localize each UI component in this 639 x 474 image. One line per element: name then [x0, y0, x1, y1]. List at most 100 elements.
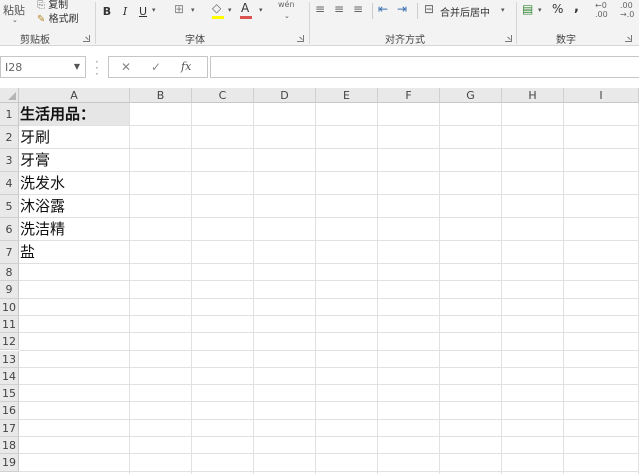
clipboard-launcher-icon[interactable]: [83, 35, 90, 42]
gridline: [19, 436, 639, 437]
font-color-swatch: [240, 16, 252, 19]
underline-dropdown-icon[interactable]: ▾: [152, 6, 156, 14]
gridline: [19, 263, 639, 264]
alignment-launcher-icon[interactable]: [505, 35, 512, 42]
cell-a4[interactable]: 洗发水: [20, 172, 65, 195]
select-all-button[interactable]: [0, 88, 19, 103]
gridline: [19, 384, 639, 386]
cell-a5[interactable]: 沐浴露: [20, 195, 65, 218]
formula-bar-grip-icon[interactable]: · · ·: [95, 56, 99, 80]
column-header-d[interactable]: D: [254, 88, 316, 103]
group-separator: [95, 2, 96, 44]
align-left-icon[interactable]: ≡: [315, 2, 325, 16]
gridline: [19, 349, 639, 351]
decrease-decimal-icon[interactable]: .00 →.0: [620, 1, 634, 19]
formula-bar: I28 ▼ · · · ✕ ✓ fx: [0, 53, 639, 82]
number-launcher-icon[interactable]: [625, 35, 632, 42]
row-header-3[interactable]: 3: [0, 149, 19, 172]
worksheet-grid[interactable]: A B C D E F G H I 1 2 3 4 5 6 7 8 9 10 11 12 13 14 15 16 17 18 19 生活…: [0, 88, 639, 474]
row-header-7[interactable]: 7: [0, 241, 19, 264]
column-header-g[interactable]: G: [440, 88, 502, 103]
gridline: [19, 418, 639, 420]
divider: [372, 3, 373, 19]
cell-a1[interactable]: 生活用品：: [20, 103, 95, 126]
name-box[interactable]: I28 ▼: [0, 56, 86, 78]
name-box-dropdown-icon[interactable]: ▼: [74, 62, 80, 71]
insert-function-button[interactable]: fx: [181, 60, 191, 73]
row-header-12[interactable]: 12: [0, 333, 19, 351]
font-color-button[interactable]: A: [241, 1, 249, 15]
formula-bar-buttons: ✕ ✓ fx: [108, 56, 208, 78]
gridline: [19, 240, 639, 241]
row-header-10[interactable]: 10: [0, 298, 19, 316]
gridline: [19, 453, 639, 455]
comma-button[interactable]: ,: [574, 0, 579, 15]
enter-icon[interactable]: ✓: [151, 60, 161, 74]
percent-button[interactable]: %: [552, 2, 563, 16]
gridline: [19, 401, 639, 403]
underline-button[interactable]: U: [136, 3, 150, 19]
row-header-5[interactable]: 5: [0, 195, 19, 218]
gridline: [19, 171, 639, 172]
name-box-value: I28: [5, 61, 23, 74]
row-header-4[interactable]: 4: [0, 172, 19, 195]
fill-color-swatch: [212, 16, 224, 19]
merge-center-button[interactable]: 合并后居中: [440, 4, 490, 19]
row-header-13[interactable]: 13: [0, 350, 19, 368]
cell-a3[interactable]: 牙膏: [20, 149, 50, 172]
column-header-h[interactable]: H: [502, 88, 564, 103]
border-dropdown-icon[interactable]: ▾: [191, 6, 195, 14]
gridline: [19, 125, 639, 126]
cancel-icon[interactable]: ✕: [121, 60, 131, 74]
ribbon: 粘贴 ⌄ ⎘ 复制 ✎ 格式刷 剪贴板 B I U ▾ ⊞ ▾ ◇ ▾ A ▾ …: [0, 0, 639, 46]
font-launcher-icon[interactable]: [297, 35, 304, 42]
cell-a6[interactable]: 洗洁精: [20, 218, 65, 241]
formula-input[interactable]: [210, 56, 639, 78]
fill-color-icon[interactable]: ◇: [212, 1, 221, 15]
column-header-b[interactable]: B: [130, 88, 192, 103]
gridline: [19, 297, 639, 299]
group-separator: [516, 2, 517, 44]
increase-indent-icon[interactable]: ⇥: [397, 2, 407, 16]
italic-button[interactable]: I: [118, 3, 132, 19]
align-center-icon[interactable]: ≡: [334, 2, 344, 16]
phonetic-dropdown-icon[interactable]: ⌄: [284, 12, 290, 20]
row-header-1[interactable]: 1: [0, 103, 19, 126]
row-header-6[interactable]: 6: [0, 218, 19, 241]
merge-center-icon[interactable]: ⊟: [424, 2, 434, 16]
paste-dropdown-icon[interactable]: ⌄: [12, 16, 18, 24]
column-header-a[interactable]: A: [19, 88, 130, 103]
row-header-8[interactable]: 8: [0, 264, 19, 282]
row-header-18[interactable]: 18: [0, 437, 19, 455]
row-header-9[interactable]: 9: [0, 281, 19, 299]
row-header-17[interactable]: 17: [0, 419, 19, 437]
row-header-16[interactable]: 16: [0, 402, 19, 420]
decrease-indent-icon[interactable]: ⇤: [378, 2, 388, 16]
accounting-format-icon[interactable]: ▤: [522, 2, 533, 16]
increase-decimal-icon[interactable]: ←0.00: [595, 1, 608, 19]
row-header-2[interactable]: 2: [0, 126, 19, 149]
format-painter-button[interactable]: ✎ 格式刷: [37, 10, 79, 25]
column-header-e[interactable]: E: [316, 88, 378, 103]
merge-center-dropdown-icon[interactable]: ▾: [501, 6, 505, 14]
accounting-dropdown-icon[interactable]: ▾: [538, 6, 542, 14]
border-icon[interactable]: ⊞: [174, 2, 184, 16]
fill-color-dropdown-icon[interactable]: ▾: [228, 6, 232, 14]
row-header-11[interactable]: 11: [0, 315, 19, 334]
phonetic-icon[interactable]: wén: [278, 0, 295, 9]
align-right-icon[interactable]: ≡: [353, 2, 363, 16]
row-header-19[interactable]: 19: [0, 454, 19, 472]
row-header-14[interactable]: 14: [0, 367, 19, 386]
row-header-15[interactable]: 15: [0, 385, 19, 403]
alignment-group-label: 对齐方式: [385, 35, 425, 46]
font-color-dropdown-icon[interactable]: ▾: [259, 6, 263, 14]
column-header-i[interactable]: I: [564, 88, 639, 103]
column-header-f[interactable]: F: [378, 88, 440, 103]
number-group-label: 数字: [556, 35, 576, 46]
column-header-c[interactable]: C: [192, 88, 254, 103]
gridline: [19, 280, 639, 282]
font-group-label: 字体: [185, 35, 205, 46]
bold-button[interactable]: B: [100, 3, 114, 19]
cell-a2[interactable]: 牙刷: [20, 126, 50, 149]
cell-a7[interactable]: 盐: [20, 241, 35, 264]
